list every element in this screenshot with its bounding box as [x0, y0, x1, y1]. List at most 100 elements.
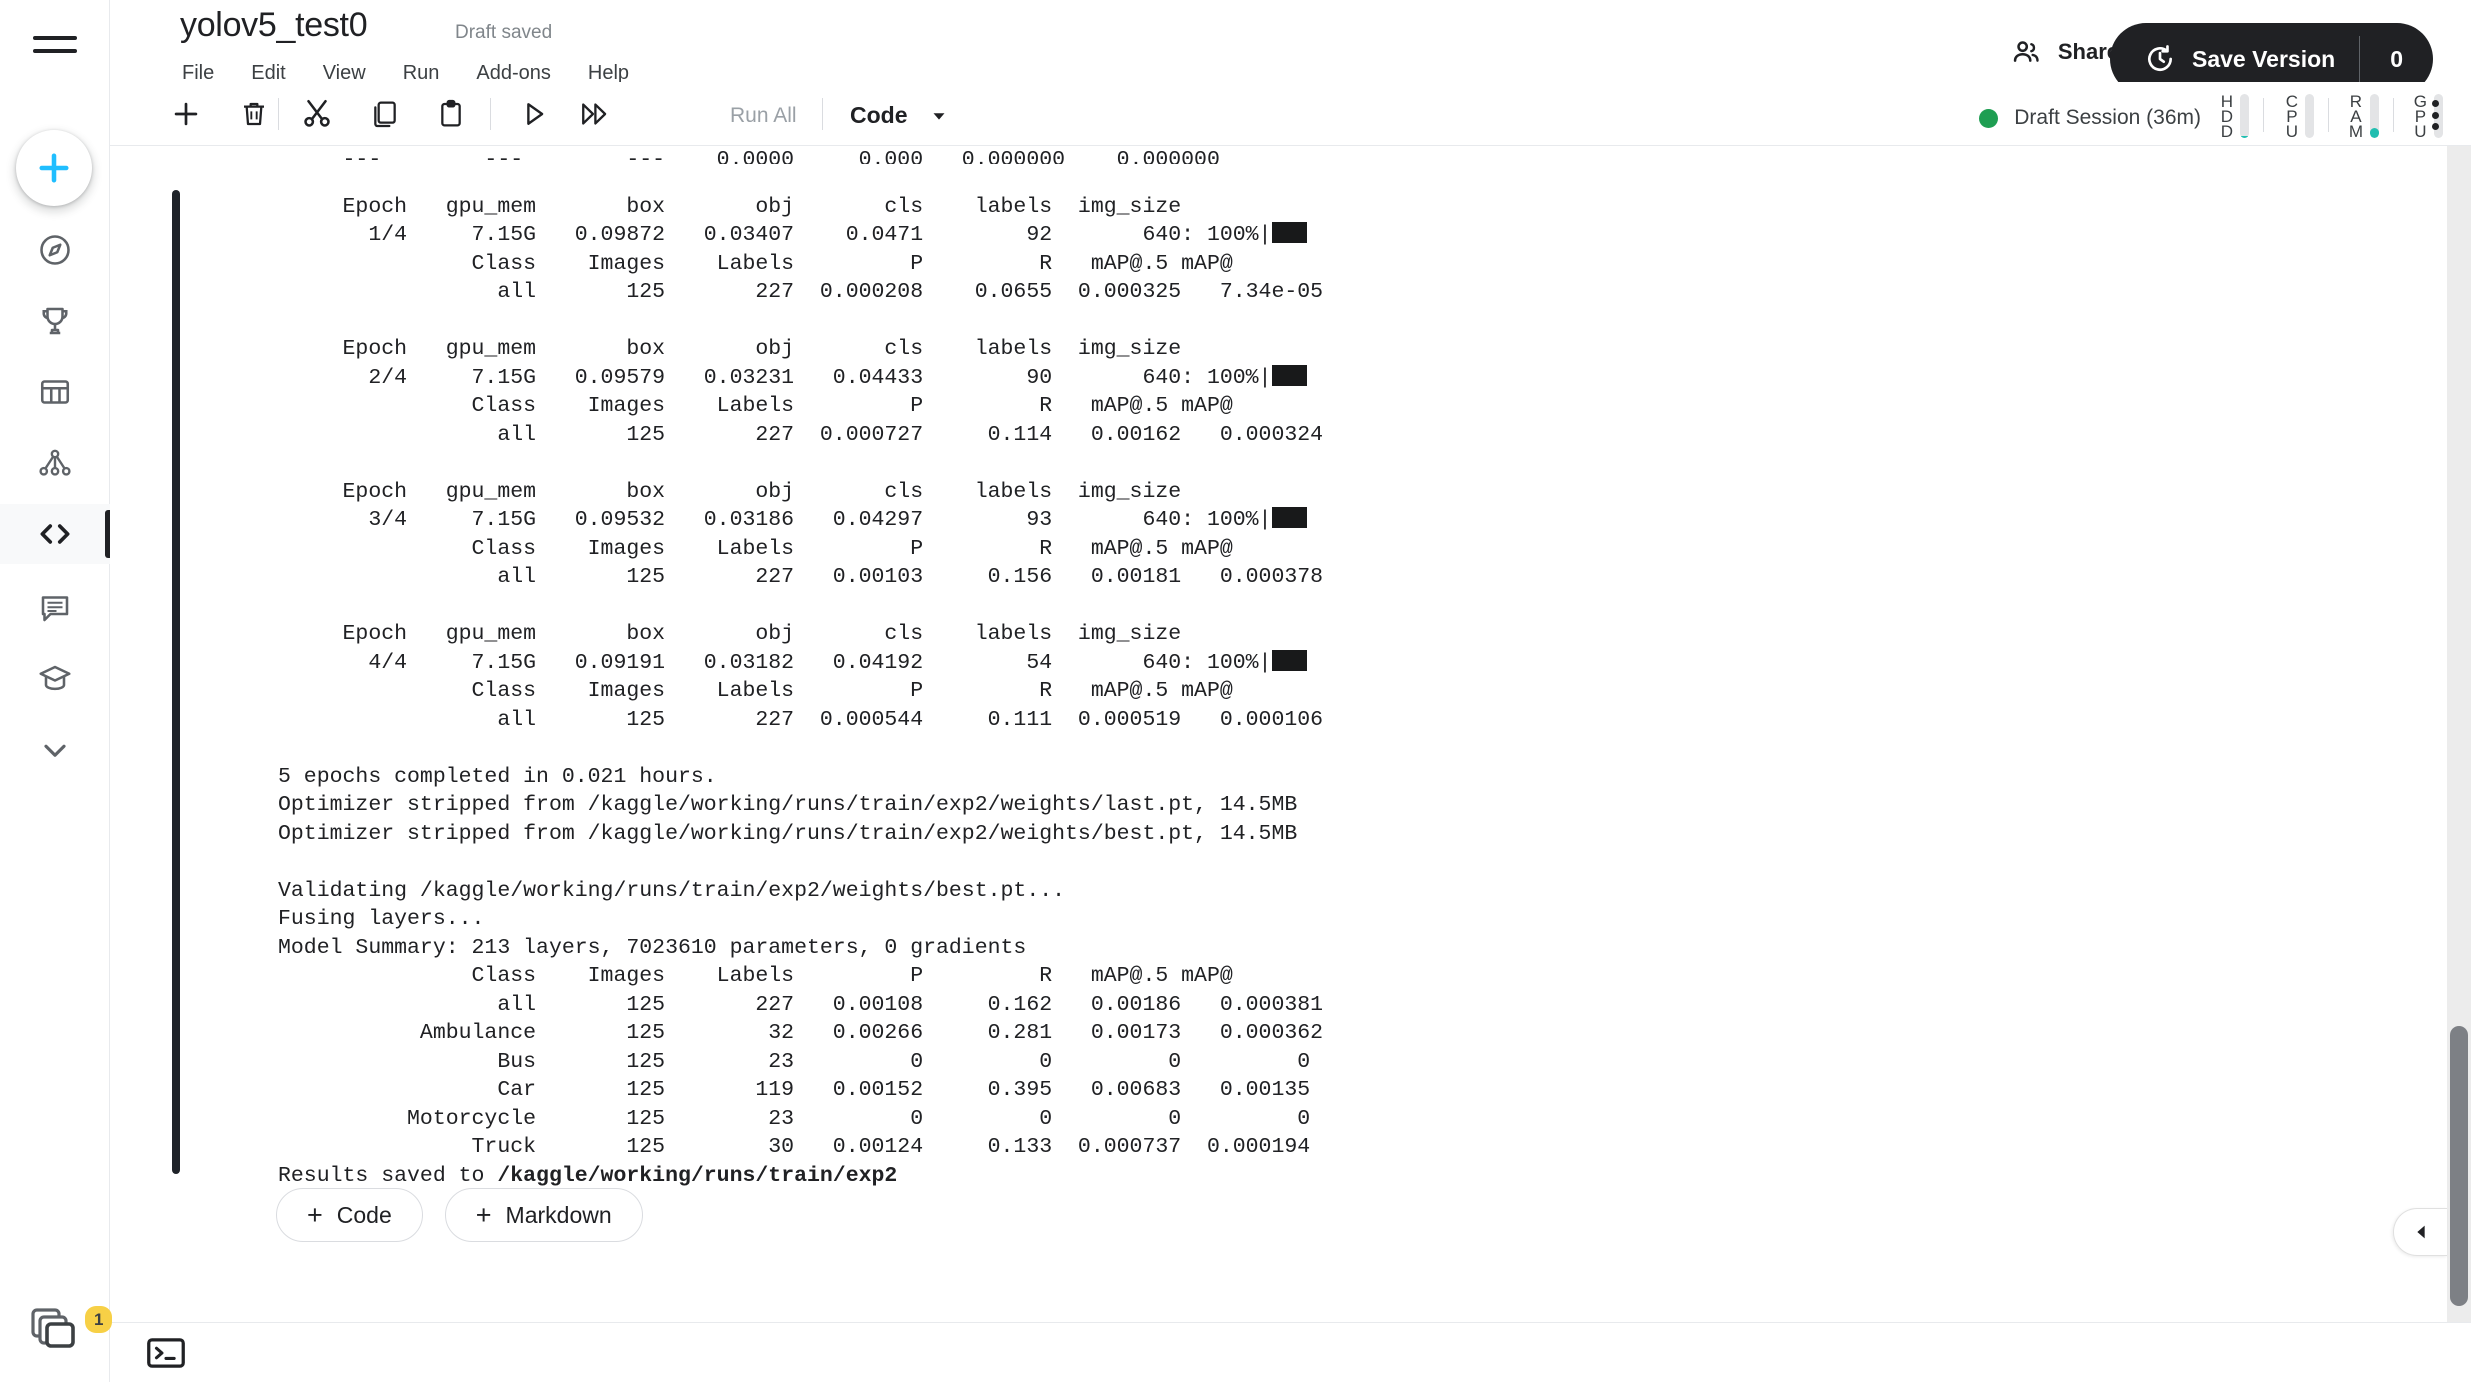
cell-selection-bar[interactable] — [172, 190, 180, 1174]
val-header: Class Images Labels P R mAP@.5 mAP@ — [278, 679, 1233, 703]
progress-bar-block — [1272, 649, 1308, 671]
validation-line: Fusing layers... — [278, 907, 485, 931]
sidebar-item-learn[interactable] — [0, 649, 110, 709]
paste-cell-button[interactable] — [427, 90, 475, 138]
add-cell-button[interactable] — [162, 90, 210, 138]
vertical-scrollbar-track[interactable] — [2447, 146, 2471, 1322]
epoch-header: Epoch gpu_mem box obj cls labels img_siz… — [278, 479, 1182, 504]
toolbar-divider — [490, 98, 491, 130]
run-and-advance-button[interactable] — [572, 90, 620, 138]
menu-hamburger-icon[interactable] — [33, 36, 77, 66]
meter-cpu-label: CPU — [2285, 92, 2298, 141]
plus-glyph: + — [307, 1199, 323, 1230]
vertical-scrollbar-thumb[interactable] — [2450, 1026, 2468, 1306]
val-header: Class Images Labels P R mAP@.5 mAP@ — [278, 536, 1233, 561]
epoch-row: 2/4 7.15G 0.09579 0.03231 0.04433 90 640… — [278, 365, 1272, 390]
progress-bar-block — [1272, 222, 1308, 243]
copy-cell-button[interactable] — [360, 90, 408, 138]
toolbar-divider — [278, 98, 279, 130]
code-brackets-icon — [40, 524, 70, 544]
epoch-row: 4/4 7.15G 0.09191 0.03182 0.04192 54 640… — [278, 650, 1272, 675]
stacked-windows-icon — [31, 1308, 75, 1348]
terminal-icon — [147, 1338, 185, 1368]
epoch-header: Epoch gpu_mem box obj cls labels img_siz… — [278, 194, 1182, 219]
console-button[interactable] — [142, 1331, 190, 1375]
final-table-row: Car 125 119 0.00152 0.395 0.00683 0.0013… — [278, 1078, 1311, 1102]
summary-line: 5 epochs completed in 0.021 hours. — [278, 764, 717, 789]
val-row: all 125 227 0.00103 0.156 0.00181 0.0003… — [278, 565, 1324, 589]
kebab-dot — [2431, 100, 2439, 107]
results-saved-path: /kaggle/working/runs/train/exp2 — [497, 1163, 898, 1188]
add-code-cell-button[interactable]: + Code — [276, 1188, 423, 1242]
cut-cell-button[interactable] — [293, 90, 341, 138]
val-row: all 125 227 0.000727 0.114 0.00162 0.000… — [278, 422, 1324, 447]
meter-cpu[interactable]: CPU — [2285, 92, 2314, 141]
val-row: all 125 227 0.000208 0.0655 0.000325 7.3… — [278, 280, 1324, 304]
scissors-icon — [304, 99, 330, 127]
active-sessions-button[interactable]: 1 — [0, 1296, 113, 1356]
final-table-row: Ambulance 125 32 0.00266 0.281 0.00173 0… — [278, 1021, 1324, 1045]
save-version-main[interactable]: Save Version — [2110, 43, 2359, 75]
add-cell-buttons: + Code + Markdown — [276, 1188, 643, 1242]
sidebar-item-home[interactable] — [0, 220, 110, 280]
final-table-header: Class Images Labels P R mAP@.5 mAP@ — [278, 964, 1233, 988]
meter-ram-label: RAM — [2348, 92, 2363, 141]
meter-divider — [2263, 98, 2264, 132]
graduation-cap-icon — [39, 665, 71, 691]
progress-bar-block — [1272, 507, 1308, 528]
epoch-header: Epoch gpu_mem box obj cls labels img_siz… — [278, 622, 1182, 646]
summary-line: Optimizer stripped from /kaggle/working/… — [278, 793, 1298, 817]
final-table-row: all 125 227 0.00108 0.162 0.00186 0.0003… — [278, 992, 1324, 1017]
toolbar-divider — [822, 98, 823, 130]
notebook-body: --- --- --- 0.0000 0.000 0.000000 0.0000… — [110, 146, 2471, 1322]
kebab-dot — [2431, 123, 2439, 130]
side-panel-toggle-button[interactable] — [2393, 1208, 2447, 1256]
validation-line: Validating /kaggle/working/runs/train/ex… — [278, 878, 1066, 903]
output-clipped-line: --- --- --- 0.0000 0.000 0.000000 0.0000… — [278, 148, 1220, 164]
meter-hdd[interactable]: HDD — [2221, 92, 2249, 140]
add-code-label: Code — [336, 1201, 392, 1228]
meter-ram[interactable]: RAM — [2348, 92, 2379, 141]
create-button[interactable] — [16, 130, 92, 206]
people-icon — [2013, 41, 2039, 62]
hamburger-line — [33, 49, 77, 53]
notebook-toolbar: Run All Code Draft Session (36m) HDD CPU… — [110, 82, 2471, 146]
kebab-dot — [2431, 111, 2439, 119]
notebook-header: yolov5_test0 Draft saved File Edit View … — [110, 0, 2471, 95]
run-cell-button[interactable] — [510, 90, 558, 138]
hamburger-line — [33, 36, 77, 40]
sidebar-item-code[interactable] — [0, 504, 110, 564]
sessions-badge: 1 — [85, 1306, 113, 1333]
add-markdown-cell-button[interactable]: + Markdown — [444, 1188, 643, 1242]
val-row: all 125 227 0.000544 0.111 0.000519 0.00… — [278, 707, 1324, 732]
notebook-footer — [110, 1322, 2471, 1382]
val-header: Class Images Labels P R mAP@.5 mAP@ — [278, 251, 1233, 276]
trophy-icon — [42, 307, 68, 335]
toolbar-overflow-menu[interactable] — [2417, 96, 2453, 134]
val-header: Class Images Labels P R mAP@.5 mAP@ — [278, 394, 1233, 418]
epoch-header: Epoch gpu_mem box obj cls labels img_siz… — [278, 337, 1182, 361]
plus-glyph: + — [475, 1199, 492, 1230]
version-count[interactable]: 0 — [2359, 36, 2433, 82]
plus-icon — [39, 153, 69, 183]
cell-type-selector[interactable]: Code — [850, 102, 950, 129]
sidebar-item-discussions[interactable] — [0, 578, 110, 638]
plus-icon — [174, 102, 198, 126]
share-button[interactable]: Share — [2010, 36, 2119, 68]
notebook-title[interactable]: yolov5_test0 — [180, 6, 368, 45]
epoch-row: 1/4 7.15G 0.09872 0.03407 0.0471 92 640:… — [278, 223, 1272, 247]
sidebar-item-datasets[interactable] — [0, 362, 110, 422]
meter-hdd-bar — [2240, 94, 2249, 138]
cell-type-label: Code — [850, 102, 908, 128]
meter-cpu-bar — [2305, 94, 2314, 138]
epoch-row: 3/4 7.15G 0.09532 0.03186 0.04297 93 640… — [278, 508, 1272, 532]
session-status[interactable]: Draft Session (36m) — [1979, 106, 2201, 130]
sidebar-item-models[interactable] — [0, 433, 110, 493]
copy-icon — [374, 101, 396, 128]
sidebar-item-competitions[interactable] — [0, 291, 110, 351]
sidebar-item-more[interactable] — [0, 720, 110, 780]
delete-cell-button[interactable] — [230, 90, 278, 138]
run-all-button[interactable]: Run All — [730, 104, 797, 128]
meter-divider — [2393, 98, 2394, 132]
left-sidebar: 1 — [0, 0, 113, 1382]
